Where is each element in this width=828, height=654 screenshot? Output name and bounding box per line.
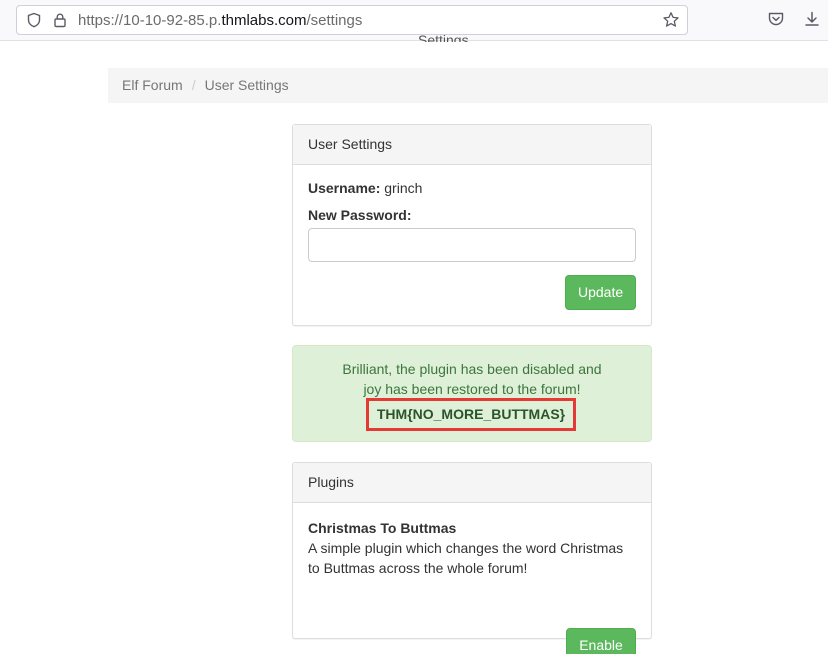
flag-text: THM{NO_MORE_BUTTMAS} (366, 398, 576, 431)
panel-title: Plugins (293, 463, 651, 503)
breadcrumb-item-elf-forum[interactable]: Elf Forum (122, 77, 183, 93)
username-row: Username: grinch (308, 178, 422, 198)
clipped-heading-text: Settings (418, 33, 469, 42)
enable-plugin-button[interactable]: Enable (566, 628, 636, 654)
new-password-input[interactable] (308, 228, 636, 262)
user-settings-panel: User Settings Username: grinch New Passw… (292, 124, 652, 326)
password-label-row: New Password: (308, 205, 411, 225)
plugin-name: Christmas To Buttmas (308, 520, 457, 536)
url-bar[interactable]: https://10-10-92-85.p.thmlabs.com/settin… (16, 5, 688, 35)
download-icon[interactable] (803, 10, 821, 28)
success-alert: Brilliant, the plugin has been disabled … (292, 345, 652, 442)
alert-message: Brilliant, the plugin has been disabled … (342, 361, 602, 397)
breadcrumb-item-user-settings: User Settings (204, 77, 289, 93)
plugins-panel-body: Christmas To Buttmas A simple plugin whi… (293, 503, 651, 654)
plugins-panel: Plugins Christmas To Buttmas A simple pl… (292, 462, 652, 654)
plugin-description: A simple plugin which changes the word C… (308, 540, 624, 576)
panel-title: User Settings (293, 125, 651, 165)
shield-icon[interactable] (26, 12, 42, 28)
pocket-icon[interactable] (767, 10, 785, 28)
breadcrumb-separator: / (191, 77, 196, 93)
username-value: grinch (384, 180, 423, 196)
lock-icon[interactable] (52, 12, 68, 28)
browser-toolbar: https://10-10-92-85.p.thmlabs.com/settin… (0, 0, 828, 41)
url-host: thmlabs.com (221, 12, 307, 29)
username-label: Username: (308, 180, 381, 196)
url-text[interactable]: https://10-10-92-85.p.thmlabs.com/settin… (78, 12, 362, 30)
bookmark-star-icon[interactable] (662, 11, 680, 29)
settings-panel-body: Username: grinch New Password: Update (293, 165, 651, 310)
url-prefix: https://10-10-92-85.p. (78, 12, 222, 29)
update-button[interactable]: Update (565, 275, 636, 310)
url-path: /settings (306, 12, 363, 29)
password-label: New Password: (308, 207, 412, 223)
breadcrumb: Elf Forum / User Settings (108, 68, 828, 103)
